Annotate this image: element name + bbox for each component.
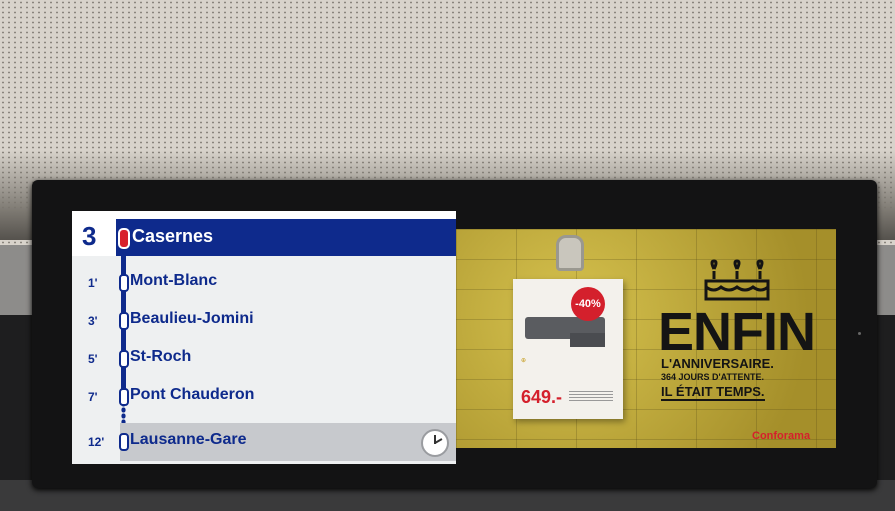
- timetable-header: 3 Casernes: [72, 211, 456, 256]
- clock-icon: [421, 429, 449, 457]
- stop-row: 5' St-Roch: [72, 340, 456, 378]
- stop-minutes: 3': [88, 314, 98, 328]
- stop-row: 1' Mont-Blanc: [72, 264, 456, 302]
- ad-poster: -40% ⊕ 649.-: [513, 279, 623, 419]
- ad-line-3: IL ÉTAIT TEMPS.: [661, 384, 765, 401]
- brand-logo: Conforama: [752, 430, 811, 442]
- stop-minutes: 5': [88, 352, 98, 366]
- stop-row-terminus: 12' Lausanne-Gare: [88, 423, 456, 461]
- ad-line-1: L'ANNIVERSAIRE.: [661, 356, 774, 371]
- discount-badge: -40%: [571, 287, 605, 321]
- advertisement-screen: -40% ⊕ 649.- ENFIN L'ANNIVERSAIRE. 364 J…: [456, 229, 836, 448]
- stop-minutes: 12': [88, 435, 105, 449]
- stop-marker: [119, 274, 129, 292]
- timetable-screen: 3 Casernes 1' Mont-Blanc 3' Beaulieu-Jom…: [72, 211, 456, 464]
- ad-line-2: 364 JOURS D'ATTENTE.: [661, 372, 764, 382]
- line-number: 3: [82, 221, 97, 251]
- stop-marker: [119, 433, 129, 451]
- paper-clip-icon: [556, 235, 584, 271]
- stop-name: Pont Chauderon: [130, 386, 255, 403]
- stop-minutes: 1': [88, 276, 98, 290]
- birthday-cake-icon: [704, 259, 770, 301]
- stop-marker: [119, 388, 129, 406]
- sofa-image: [525, 317, 605, 347]
- stop-name: Lausanne-Gare: [130, 431, 247, 448]
- stop-row: 3' Beaulieu-Jomini: [72, 302, 456, 340]
- stop-name: St-Roch: [130, 348, 192, 365]
- destination-stop-marker: [118, 228, 130, 249]
- stop-marker: [119, 350, 129, 368]
- monitor-led: [858, 332, 861, 335]
- destination-name: Casernes: [132, 226, 214, 246]
- stop-marker: [119, 312, 129, 330]
- price-fine-print: [569, 391, 613, 401]
- stop-name: Mont-Blanc: [130, 272, 218, 289]
- poster-promo-mark: ⊕: [521, 358, 527, 364]
- ad-price: 649.-: [521, 387, 563, 407]
- stop-minutes: 7': [88, 390, 98, 404]
- ad-headline: ENFIN: [658, 302, 816, 362]
- stop-name: Beaulieu-Jomini: [130, 310, 254, 327]
- stop-row: 7' Pont Chauderon: [72, 378, 456, 416]
